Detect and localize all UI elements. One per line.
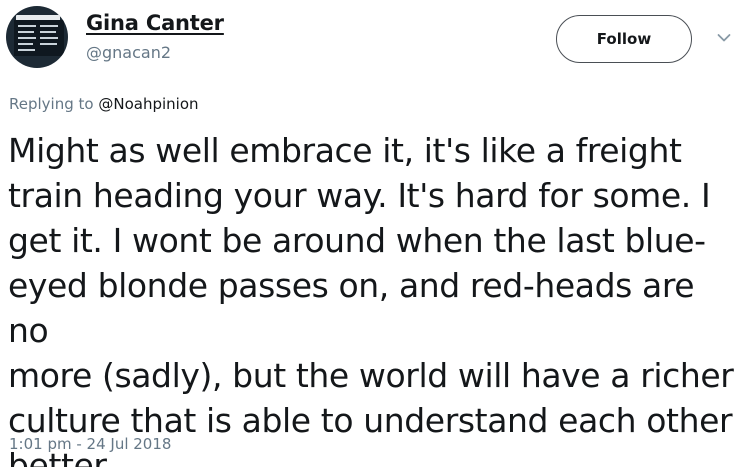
follow-button[interactable]: Follow [556,15,692,63]
replying-to: Replying to @Noahpinion [9,95,199,113]
avatar-graphic-line [40,31,56,33]
author-display-name[interactable]: Gina Canter [86,11,224,35]
avatar[interactable] [6,6,68,68]
avatar-graphic-line [18,31,34,33]
avatar-graphic-line [40,43,57,45]
replying-to-mention[interactable]: @Noahpinion [98,95,198,113]
avatar-graphic-line [18,49,35,51]
avatar-graphic-line [18,43,33,45]
avatar-graphic-line [18,25,36,27]
avatar-graphic-line [18,37,36,39]
tweet-text: Might as well embrace it, it's like a fr… [8,131,734,467]
chevron-down-icon[interactable] [717,33,731,43]
avatar-graphic-line [40,25,58,27]
replying-to-label: Replying to [9,95,94,113]
avatar-graphic-line [40,37,58,39]
author-handle[interactable]: @gnacan2 [86,43,171,62]
tweet-timestamp[interactable]: 1:01 pm - 24 Jul 2018 [9,435,171,453]
